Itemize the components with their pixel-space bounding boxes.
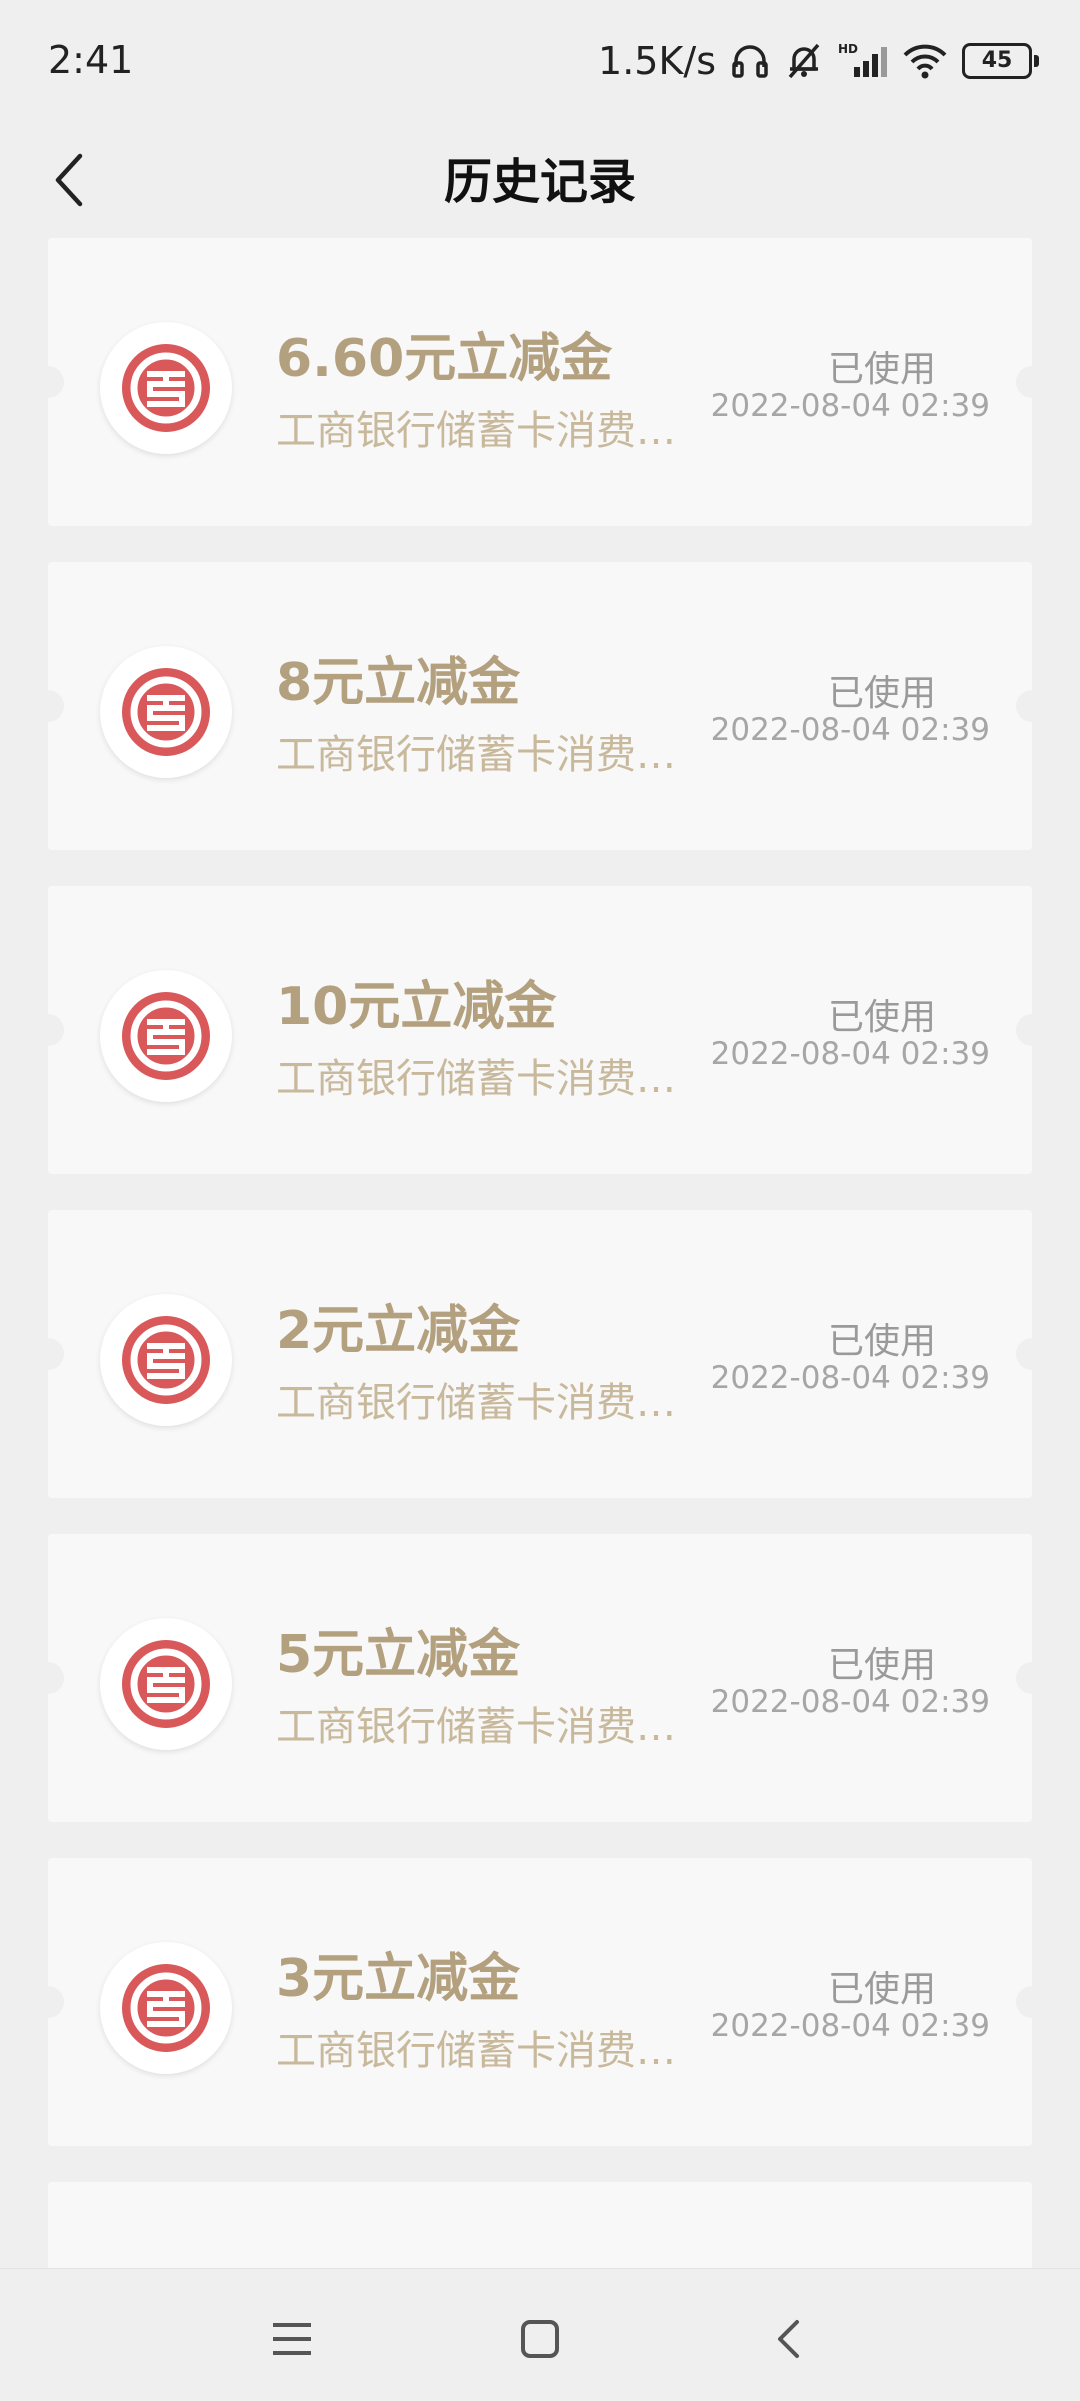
coupon-card[interactable]: 3元立减金 工商银行储蓄卡消费立减金 已使用 2022-08-04 02:39	[48, 1858, 1032, 2146]
icbc-logo-icon	[100, 1294, 232, 1426]
coupon-amount: 2元立减金	[276, 1301, 521, 1361]
coupon-date: 2022-08-04 02:39	[710, 2008, 990, 2044]
back-icon	[778, 2320, 799, 2358]
coupon-description: 工商银行储蓄卡消费立减金	[276, 408, 696, 454]
coupon-date: 2022-08-04 02:39	[710, 712, 990, 748]
card-notch	[48, 1014, 64, 1046]
coupon-card[interactable]: 5元立减金 工商银行储蓄卡消费立减金 已使用 2022-08-04 02:39	[48, 1534, 1032, 1822]
coupon-amount: 3元立减金	[276, 1949, 521, 2009]
coupon-card-partial[interactable]	[48, 2182, 1032, 2268]
status-time: 2:41	[48, 38, 134, 82]
icbc-logo-icon	[100, 322, 232, 454]
coupon-date: 2022-08-04 02:39	[710, 1684, 990, 1720]
coupon-amount: 6.60元立减金	[276, 329, 613, 389]
icbc-logo-icon	[100, 1618, 232, 1750]
coupon-description: 工商银行储蓄卡消费立减金	[276, 732, 696, 778]
card-notch	[48, 690, 64, 722]
system-nav-bar	[0, 2268, 1080, 2401]
home-icon	[521, 2320, 559, 2358]
coupon-amount: 5元立减金	[276, 1625, 521, 1685]
icbc-logo-icon	[100, 646, 232, 778]
coupon-status: 已使用	[827, 349, 936, 390]
card-notch	[48, 1338, 64, 1370]
coupon-description: 工商银行储蓄卡消费立减金	[276, 1380, 696, 1426]
coupon-card[interactable]: 6.60元立减金 工商银行储蓄卡消费立减金 已使用 2022-08-04 02:…	[48, 238, 1032, 526]
coupon-description: 工商银行储蓄卡消费立减金	[276, 1056, 696, 1102]
mute-bell-icon	[784, 41, 824, 81]
battery-icon: 45	[962, 43, 1039, 79]
coupon-status: 已使用	[827, 997, 936, 1038]
coupon-card[interactable]: 10元立减金 工商银行储蓄卡消费立减金 已使用 2022-08-04 02:39	[48, 886, 1032, 1174]
wifi-icon	[902, 41, 948, 81]
menu-button[interactable]	[252, 2299, 332, 2379]
card-notch	[48, 1986, 64, 2018]
coupon-description: 工商银行储蓄卡消费立减金	[276, 1704, 696, 1750]
home-button[interactable]	[500, 2299, 580, 2379]
menu-icon	[273, 2323, 311, 2355]
coupon-date: 2022-08-04 02:39	[710, 388, 990, 424]
coupon-status: 已使用	[827, 1969, 936, 2010]
status-icons: 1.5K/s HD 45	[598, 36, 1039, 86]
status-bar: 2:41 1.5K/s HD 45	[0, 0, 1080, 120]
coupon-card[interactable]: 2元立减金 工商银行储蓄卡消费立减金 已使用 2022-08-04 02:39	[48, 1210, 1032, 1498]
coupon-amount: 10元立减金	[276, 977, 557, 1037]
coupon-status: 已使用	[827, 1321, 936, 1362]
icbc-logo-icon	[100, 1942, 232, 2074]
hd-signal-icon: HD	[838, 41, 888, 81]
coupon-description: 工商银行储蓄卡消费立减金	[276, 2028, 696, 2074]
network-speed: 1.5K/s	[598, 39, 716, 83]
coupon-amount: 8元立减金	[276, 653, 521, 713]
icbc-logo-icon	[100, 970, 232, 1102]
header: 历史记录	[0, 120, 1080, 236]
coupon-card[interactable]: 8元立减金 工商银行储蓄卡消费立减金 已使用 2022-08-04 02:39	[48, 562, 1032, 850]
coupon-status: 已使用	[827, 673, 936, 714]
coupon-date: 2022-08-04 02:39	[710, 1360, 990, 1396]
card-notch	[48, 366, 64, 398]
headphones-icon	[730, 41, 770, 81]
back-nav-button[interactable]	[748, 2299, 828, 2379]
svg-text:HD: HD	[838, 42, 858, 56]
coupon-status: 已使用	[827, 1645, 936, 1686]
card-notch	[48, 1662, 64, 1694]
page-title: 历史记录	[443, 154, 636, 210]
coupon-date: 2022-08-04 02:39	[710, 1036, 990, 1072]
coupon-list[interactable]: 6.60元立减金 工商银行储蓄卡消费立减金 已使用 2022-08-04 02:…	[48, 238, 1032, 2268]
